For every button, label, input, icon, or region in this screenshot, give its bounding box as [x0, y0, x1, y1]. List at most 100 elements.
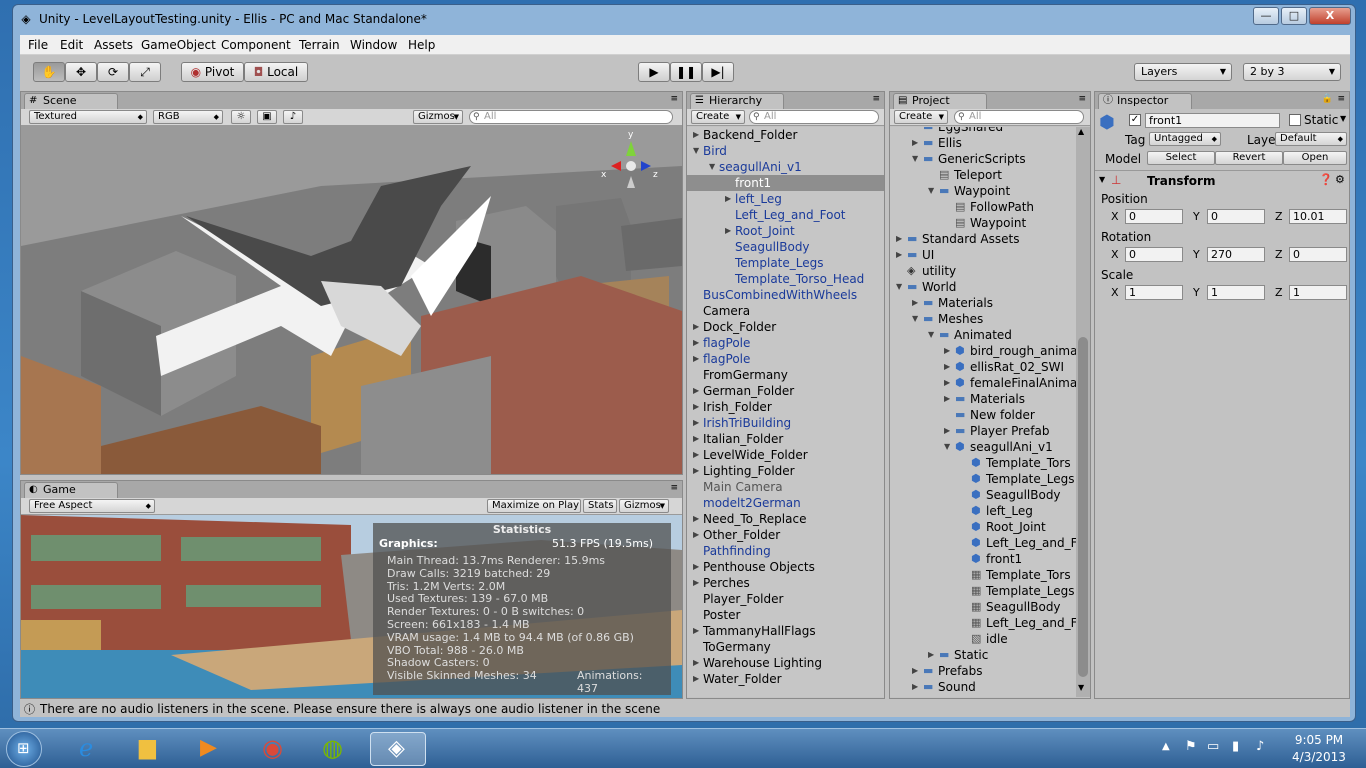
hierarchy-item[interactable]: Main Camera: [687, 479, 884, 495]
project-item[interactable]: ⬢ Left_Leg_and_F: [890, 535, 1076, 551]
hierarchy-item[interactable]: ToGermany: [687, 639, 884, 655]
project-item[interactable]: ▬ New folder: [890, 407, 1076, 423]
project-item[interactable]: ▶ ⬢ bird_rough_anima: [890, 343, 1076, 359]
project-item[interactable]: ▶ ▬ Player Prefab: [890, 423, 1076, 439]
project-item[interactable]: ⬢ left_Leg: [890, 503, 1076, 519]
project-item[interactable]: ▼ ⬢ seagullAni_v1: [890, 439, 1076, 455]
clock[interactable]: 9:05 PM 4/3/2013: [1284, 733, 1354, 764]
pause-button[interactable]: ❚❚: [670, 62, 702, 82]
scroll-down-icon[interactable]: ▼: [1078, 683, 1084, 692]
hierarchy-item[interactable]: ▶ Irish_Folder: [687, 399, 884, 415]
menu-help[interactable]: Help: [408, 38, 435, 52]
show-hidden-icons-icon[interactable]: ▲: [1162, 741, 1170, 752]
start-button[interactable]: ⊞: [6, 731, 42, 767]
expanded-arrow-icon[interactable]: ▼: [928, 327, 934, 343]
panel-menu-icon[interactable]: ≡: [1078, 94, 1086, 104]
aspect-dropdown[interactable]: Free Aspect ◆: [29, 499, 155, 513]
hierarchy-item[interactable]: ▶ German_Folder: [687, 383, 884, 399]
expanded-arrow-icon[interactable]: ▼: [912, 151, 918, 167]
hierarchy-item[interactable]: ▶ Italian_Folder: [687, 431, 884, 447]
title-bar[interactable]: ◈ Unity - LevelLayoutTesting.unity - Ell…: [13, 5, 1357, 35]
rotation-y-field[interactable]: 270: [1207, 247, 1265, 262]
audio-toggle[interactable]: ♪: [283, 110, 303, 124]
hierarchy-item[interactable]: Player_Folder: [687, 591, 884, 607]
device-icon[interactable]: ▭: [1207, 739, 1219, 754]
render-mode-dropdown[interactable]: RGB ◆: [153, 110, 223, 124]
collapsed-arrow-icon[interactable]: ▶: [693, 351, 699, 367]
project-item[interactable]: ▦ Template_Tors: [890, 567, 1076, 583]
project-item[interactable]: ▶ ▬ Materials: [890, 391, 1076, 407]
taskbar-unity[interactable]: ◈: [370, 732, 426, 766]
project-item[interactable]: ⬢ Template_Tors: [890, 455, 1076, 471]
static-checkbox[interactable]: [1289, 114, 1301, 126]
expanded-arrow-icon[interactable]: ▼: [896, 279, 902, 295]
collapsed-arrow-icon[interactable]: ▶: [693, 463, 699, 479]
layers-dropdown[interactable]: Layers ▼: [1134, 63, 1232, 81]
hierarchy-item[interactable]: Template_Legs: [687, 255, 884, 271]
expanded-arrow-icon[interactable]: ▼: [944, 439, 950, 455]
menu-component[interactable]: Component: [221, 38, 291, 52]
project-item[interactable]: ⬢ front1: [890, 551, 1076, 567]
project-item[interactable]: ▶ ▬ Standard Assets: [890, 231, 1076, 247]
menu-window[interactable]: Window: [350, 38, 397, 52]
project-item[interactable]: ▬ EggShared: [890, 127, 1076, 135]
hierarchy-item[interactable]: ▶ IrishTriBuilding: [687, 415, 884, 431]
project-search-input[interactable]: ⚲ All: [954, 110, 1084, 124]
position-z-field[interactable]: 10.01: [1289, 209, 1347, 224]
stats-toggle[interactable]: Stats: [583, 499, 617, 513]
hierarchy-item[interactable]: ▶ Root_Joint: [687, 223, 884, 239]
project-item[interactable]: ▶ ▬ Sound: [890, 679, 1076, 695]
tab-game[interactable]: ◐ Game: [24, 482, 118, 498]
draw-mode-dropdown[interactable]: Textured ◆: [29, 110, 147, 124]
collapsed-arrow-icon[interactable]: ▶: [912, 135, 918, 151]
play-button[interactable]: ▶: [638, 62, 670, 82]
step-button[interactable]: ▶|: [702, 62, 734, 82]
menu-terrain[interactable]: Terrain: [299, 38, 340, 52]
project-item[interactable]: ▦ Left_Leg_and_F: [890, 615, 1076, 631]
gear-icon[interactable]: ⚙: [1335, 173, 1345, 186]
position-x-field[interactable]: 0: [1125, 209, 1183, 224]
collapsed-arrow-icon[interactable]: ▶: [693, 319, 699, 335]
minimize-button[interactable]: —: [1253, 7, 1279, 25]
collapsed-arrow-icon[interactable]: ▶: [896, 247, 902, 263]
collapsed-arrow-icon[interactable]: ▶: [944, 359, 950, 375]
tab-scene[interactable]: # Scene: [24, 93, 118, 109]
layer-dropdown[interactable]: Default ◆: [1275, 132, 1347, 146]
network-signal-icon[interactable]: ▮: [1232, 739, 1239, 754]
collapsed-arrow-icon[interactable]: ▶: [693, 399, 699, 415]
layout-dropdown[interactable]: 2 by 3 ▼: [1243, 63, 1341, 81]
hierarchy-item[interactable]: SeagullBody: [687, 239, 884, 255]
scale-z-field[interactable]: 1: [1289, 285, 1347, 300]
scroll-up-icon[interactable]: ▲: [1078, 127, 1084, 136]
lighting-toggle[interactable]: ☼: [231, 110, 251, 124]
project-item[interactable]: ▶ ⬢ ellisRat_02_SWI: [890, 359, 1076, 375]
collapsed-arrow-icon[interactable]: ▶: [693, 623, 699, 639]
hierarchy-item[interactable]: ▶ TammanyHallFlags: [687, 623, 884, 639]
static-dropdown-arrow-icon[interactable]: ▼: [1340, 114, 1346, 123]
taskbar-media-player[interactable]: ▶: [183, 732, 239, 766]
taskbar-chrome[interactable]: ◉: [247, 732, 303, 766]
close-button[interactable]: X: [1309, 7, 1351, 25]
project-item[interactable]: ▤ Waypoint: [890, 215, 1076, 231]
hierarchy-item[interactable]: modelt2German: [687, 495, 884, 511]
collapsed-arrow-icon[interactable]: ▶: [693, 415, 699, 431]
scene-gizmos-dropdown[interactable]: Gizmos ▼: [413, 110, 463, 124]
project-item[interactable]: ▼ ▬ World: [890, 279, 1076, 295]
hierarchy-create-dropdown[interactable]: Create ▼: [691, 110, 745, 124]
collapsed-arrow-icon[interactable]: ▶: [944, 343, 950, 359]
pivot-toggle[interactable]: ◉ Pivot: [181, 62, 244, 82]
rotation-x-field[interactable]: 0: [1125, 247, 1183, 262]
hierarchy-item[interactable]: ▶ Warehouse Lighting: [687, 655, 884, 671]
transform-header[interactable]: Transform: [1147, 174, 1215, 188]
hand-tool-button[interactable]: ✋: [33, 62, 65, 82]
tab-project[interactable]: ▤ Project: [893, 93, 987, 109]
transform-foldout-icon[interactable]: ▼: [1099, 175, 1105, 184]
project-item[interactable]: ▼ ▬ Waypoint: [890, 183, 1076, 199]
project-item[interactable]: ▶ ▬ Static: [890, 647, 1076, 663]
project-item[interactable]: ▤ FollowPath: [890, 199, 1076, 215]
hierarchy-item[interactable]: FromGermany: [687, 367, 884, 383]
scale-y-field[interactable]: 1: [1207, 285, 1265, 300]
collapsed-arrow-icon[interactable]: ▶: [944, 423, 950, 439]
collapsed-arrow-icon[interactable]: ▶: [693, 447, 699, 463]
maximize-on-play-toggle[interactable]: Maximize on Play: [487, 499, 581, 513]
